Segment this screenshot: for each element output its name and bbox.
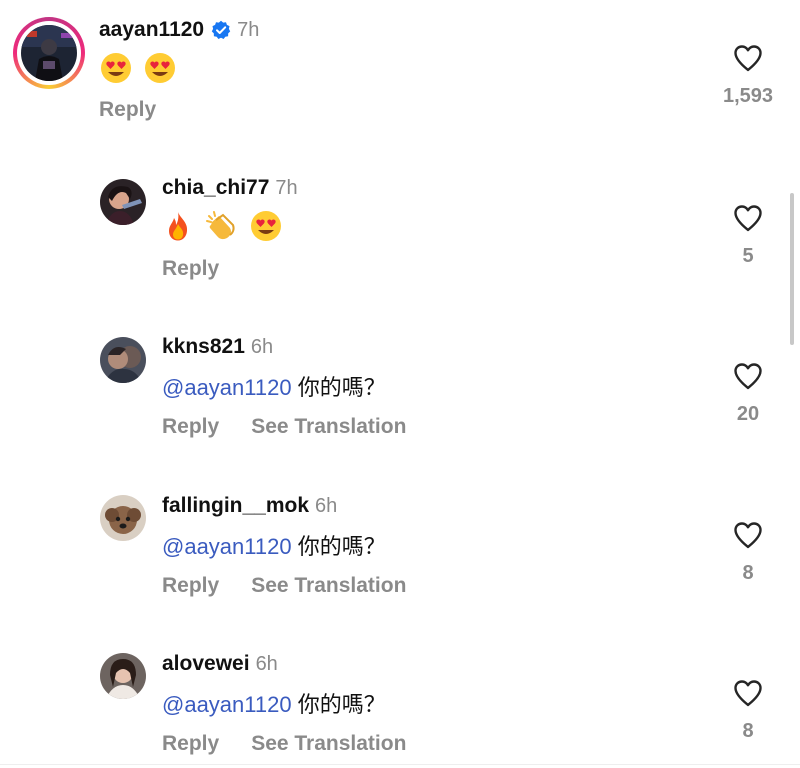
scrollbar[interactable] xyxy=(790,193,794,345)
comment-text: @aayan1120 你的嗎？ xyxy=(162,687,386,719)
comment-username[interactable]: alovewei xyxy=(162,652,250,676)
comment-item: alovewei 6h @aayan1120 你的嗎？ Reply See Tr… xyxy=(0,0,800,768)
mention-link[interactable]: @aayan1120 xyxy=(162,692,292,717)
like-count: 8 xyxy=(742,720,754,742)
see-translation-button[interactable]: See Translation xyxy=(251,732,406,756)
comment-timestamp: 6h xyxy=(255,652,278,675)
comments-panel: aayan1120 7h Reply 1,593 chia_chi77 7h R… xyxy=(0,0,800,768)
comment-body: 你的嗎？ xyxy=(291,692,386,717)
like-heart-icon[interactable] xyxy=(733,679,763,707)
divider xyxy=(0,764,800,765)
avatar-image xyxy=(100,653,146,699)
avatar[interactable] xyxy=(100,653,146,699)
reply-button[interactable]: Reply xyxy=(162,732,219,756)
